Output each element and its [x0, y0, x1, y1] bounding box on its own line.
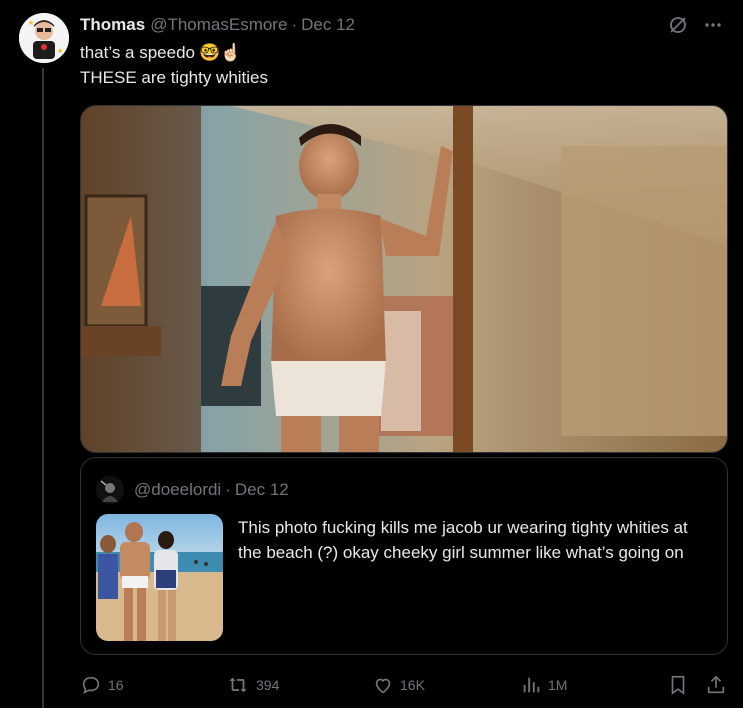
more-icon[interactable]: [703, 15, 723, 40]
repost-count: 394: [256, 677, 280, 693]
author-handle[interactable]: @ThomasEsmore: [150, 15, 287, 35]
share-button[interactable]: [705, 671, 727, 699]
like-button[interactable]: 16K: [372, 671, 425, 699]
quote-header: @doeelordi · Dec 12: [96, 476, 289, 504]
quote-date[interactable]: Dec 12: [235, 480, 289, 500]
nerd-and-pointing-emoji: 🤓☝🏻: [199, 43, 242, 62]
like-count: 16K: [400, 677, 425, 693]
quote-photo-thumbnail[interactable]: [96, 514, 223, 641]
reply-icon: [80, 674, 102, 696]
svg-text:★: ★: [28, 19, 34, 27]
repost-button[interactable]: 394: [226, 671, 279, 699]
thread-line: [42, 68, 44, 708]
like-icon: [372, 674, 394, 696]
quote-text: This photo fucking kills me jacob ur wea…: [238, 518, 688, 562]
tweet-text: that’s a speedo 🤓☝🏻 THESE are tighty whi…: [80, 40, 268, 90]
tweet-photo[interactable]: [80, 105, 728, 453]
quote-author-handle[interactable]: @doeelordi: [134, 480, 221, 500]
reply-button[interactable]: 16: [80, 671, 124, 699]
tweet-header: Thomas @ThomasEsmore · Dec 12: [80, 14, 723, 36]
separator-dot: ·: [291, 15, 298, 34]
bookmark-button[interactable]: [667, 671, 689, 699]
views-icon: [520, 674, 542, 696]
svg-text:★: ★: [57, 47, 63, 55]
views-count: 1M: [548, 677, 568, 693]
quote-author-avatar[interactable]: [96, 476, 124, 504]
views-button[interactable]: 1M: [520, 671, 567, 699]
share-icon: [705, 674, 727, 696]
tweet-actions-bar: 16 394 16K 1M: [80, 671, 728, 699]
bookmark-icon: [667, 674, 689, 696]
quoted-tweet[interactable]: @doeelordi · Dec 12 This photo fucking k…: [80, 457, 728, 655]
tweet-date[interactable]: Dec 12: [301, 15, 355, 35]
quote-separator-dot: ·: [225, 480, 231, 499]
author-name[interactable]: Thomas: [80, 15, 145, 35]
author-avatar[interactable]: ★ ★: [19, 13, 69, 63]
reply-count: 16: [108, 677, 124, 693]
tweet-text-line-2: THESE are tighty whities: [80, 68, 269, 87]
repost-icon: [226, 674, 250, 696]
tweet-text-line-1: that’s a speedo: [80, 43, 195, 62]
grok-slash-icon[interactable]: [667, 14, 689, 41]
